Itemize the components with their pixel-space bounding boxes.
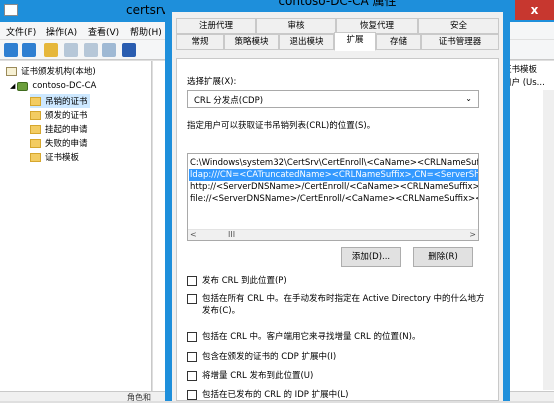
include-idp-option[interactable]: 包括在已发布的 CRL 的 IDP 扩展中(L): [187, 389, 487, 401]
tree-pane: 证书颁发机构(本地) ◢ contoso-DC-CA 吊销的证书 颁发的证书 挂…: [0, 61, 152, 391]
app-icon: [4, 4, 18, 16]
folder-icon: [30, 96, 41, 106]
close-button[interactable]: x: [515, 0, 554, 20]
mmc-window-title: certsrv: [126, 3, 168, 17]
menu-view[interactable]: 查看(V): [88, 25, 119, 38]
expand-arrow-icon[interactable]: ◢: [10, 82, 15, 90]
tab-exit-module[interactable]: 退出模块: [279, 34, 334, 50]
properties-dialog: contoso-DC-CA 属性 注册代理 审核 恢复代理 安全 常规 策略模块…: [165, 0, 510, 401]
help-icon[interactable]: [122, 43, 136, 57]
tree-item-label: 失败的申请: [45, 139, 88, 149]
tab-general[interactable]: 常规: [176, 34, 224, 50]
scroll-left-icon[interactable]: <: [190, 230, 197, 239]
location-item[interactable]: C:\Windows\system32\CertSrv\CertEnroll\<…: [189, 157, 478, 169]
tree-item-label: 挂起的申请: [45, 125, 88, 135]
tab-auditing[interactable]: 审核: [256, 18, 336, 34]
show-tree-icon[interactable]: [64, 43, 78, 57]
publish-delta-crl-checkbox[interactable]: [187, 371, 197, 381]
properties-icon[interactable]: [84, 43, 98, 57]
chevron-down-icon: ⌄: [465, 94, 472, 103]
include-all-crls-option[interactable]: 包括在所有 CRL 中。在手动发布时指定在 Active Directory 中…: [187, 293, 487, 317]
status-text: 角色和: [127, 393, 151, 402]
include-all-crls-checkbox[interactable]: [187, 294, 197, 304]
extension-dropdown[interactable]: CRL 分发点(CDP) ⌄: [187, 90, 479, 108]
publish-crl-option[interactable]: 发布 CRL 到此位置(P): [187, 275, 487, 287]
scroll-right-icon[interactable]: >: [469, 230, 476, 239]
include-in-crls-checkbox[interactable]: [187, 332, 197, 342]
ca-icon: [17, 81, 29, 91]
folder-icon: [30, 110, 41, 120]
scroll-thumb[interactable]: III: [228, 230, 235, 239]
folder-icon: [30, 152, 41, 162]
tree-item-label: contoso-DC-CA: [32, 81, 97, 91]
include-cdp-checkbox[interactable]: [187, 352, 197, 362]
vertical-scrollbar[interactable]: [543, 90, 554, 390]
checkbox-label: 包含在颁发的证书的 CDP 扩展中(I): [202, 352, 337, 362]
folder-icon: [30, 138, 41, 148]
tree-item-label: 颁发的证书: [45, 111, 88, 121]
dialog-title: contoso-DC-CA 属性: [278, 0, 397, 8]
tab-security[interactable]: 安全: [418, 18, 499, 34]
select-extension-label: 选择扩展(X):: [187, 77, 237, 87]
dialog-body: 注册代理 审核 恢复代理 安全 常规 策略模块 退出模块 扩展 存储 证书管理器…: [172, 12, 503, 401]
menu-action[interactable]: 操作(A): [46, 25, 77, 38]
tree-item-pending[interactable]: 挂起的申请: [30, 122, 88, 136]
include-cdp-option[interactable]: 包含在颁发的证书的 CDP 扩展中(I): [187, 351, 487, 363]
checkbox-label: 包括在所有 CRL 中。在手动发布时指定在 Active Directory 中…: [202, 294, 485, 316]
extensions-tab-panel: 选择扩展(X): CRL 分发点(CDP) ⌄ 指定用户可以获取证书吊销列表(C…: [176, 58, 499, 401]
publish-delta-crl-option[interactable]: 将增量 CRL 发布到此位置(U): [187, 370, 487, 382]
tree-item-root[interactable]: 证书颁发机构(本地): [6, 64, 96, 78]
checkbox-label: 包括在已发布的 CRL 的 IDP 扩展中(L): [202, 390, 349, 400]
checkbox-label: 包括在 CRL 中。客户端用它来寻找增量 CRL 的位置(N)。: [202, 332, 421, 342]
location-item[interactable]: http://<ServerDNSName>/CertEnroll/<CaNam…: [189, 181, 478, 193]
horizontal-scrollbar[interactable]: < III >: [188, 229, 478, 240]
tab-certificate-managers[interactable]: 证书管理器: [421, 34, 499, 50]
refresh-icon[interactable]: [102, 43, 116, 57]
checkbox-label: 发布 CRL 到此位置(P): [202, 276, 287, 286]
tree-item-failed[interactable]: 失败的申请: [30, 136, 88, 150]
extension-dropdown-value: CRL 分发点(CDP): [194, 96, 264, 106]
cert-icon: [6, 66, 17, 76]
add-button[interactable]: 添加(D)...: [341, 247, 401, 267]
tree-item-issued[interactable]: 颁发的证书: [30, 108, 88, 122]
publish-crl-checkbox[interactable]: [187, 276, 197, 286]
include-idp-checkbox[interactable]: [187, 390, 197, 400]
tab-enrollment-agents[interactable]: 注册代理: [176, 18, 256, 34]
tree-item-ca[interactable]: ◢ contoso-DC-CA: [10, 79, 96, 93]
tab-policy-module[interactable]: 策略模块: [224, 34, 279, 50]
menu-help[interactable]: 帮助(H): [130, 25, 162, 38]
menu-file[interactable]: 文件(F): [6, 25, 36, 38]
include-in-crls-option[interactable]: 包括在 CRL 中。客户端用它来寻找增量 CRL 的位置(N)。: [187, 331, 487, 343]
tree-item-label: 证书模板: [45, 153, 80, 163]
location-list[interactable]: C:\Windows\system32\CertSrv\CertEnroll\<…: [187, 153, 479, 241]
folder-icon: [30, 124, 41, 134]
back-icon[interactable]: [4, 43, 18, 57]
tree-item-label: 证书颁发机构(本地): [21, 67, 96, 77]
up-folder-icon[interactable]: [44, 43, 58, 57]
tree-item-templates[interactable]: 证书模板: [30, 150, 79, 164]
tab-extensions[interactable]: 扩展: [334, 32, 376, 51]
tree-item-revoked[interactable]: 吊销的证书: [30, 94, 90, 108]
checkbox-label: 将增量 CRL 发布到此位置(U): [202, 371, 314, 381]
location-item-selected[interactable]: ldap:///CN=<CATruncatedName><CRLNameSuff…: [189, 169, 478, 181]
location-item[interactable]: file://<ServerDNSName>/CertEnroll/<CaNam…: [189, 193, 478, 205]
tree-item-label: 吊销的证书: [45, 97, 88, 107]
forward-icon[interactable]: [22, 43, 36, 57]
description-text: 指定用户可以获取证书吊销列表(CRL)的位置(S)。: [187, 121, 376, 131]
remove-button[interactable]: 删除(R): [413, 247, 473, 267]
tab-storage[interactable]: 存储: [376, 34, 421, 50]
